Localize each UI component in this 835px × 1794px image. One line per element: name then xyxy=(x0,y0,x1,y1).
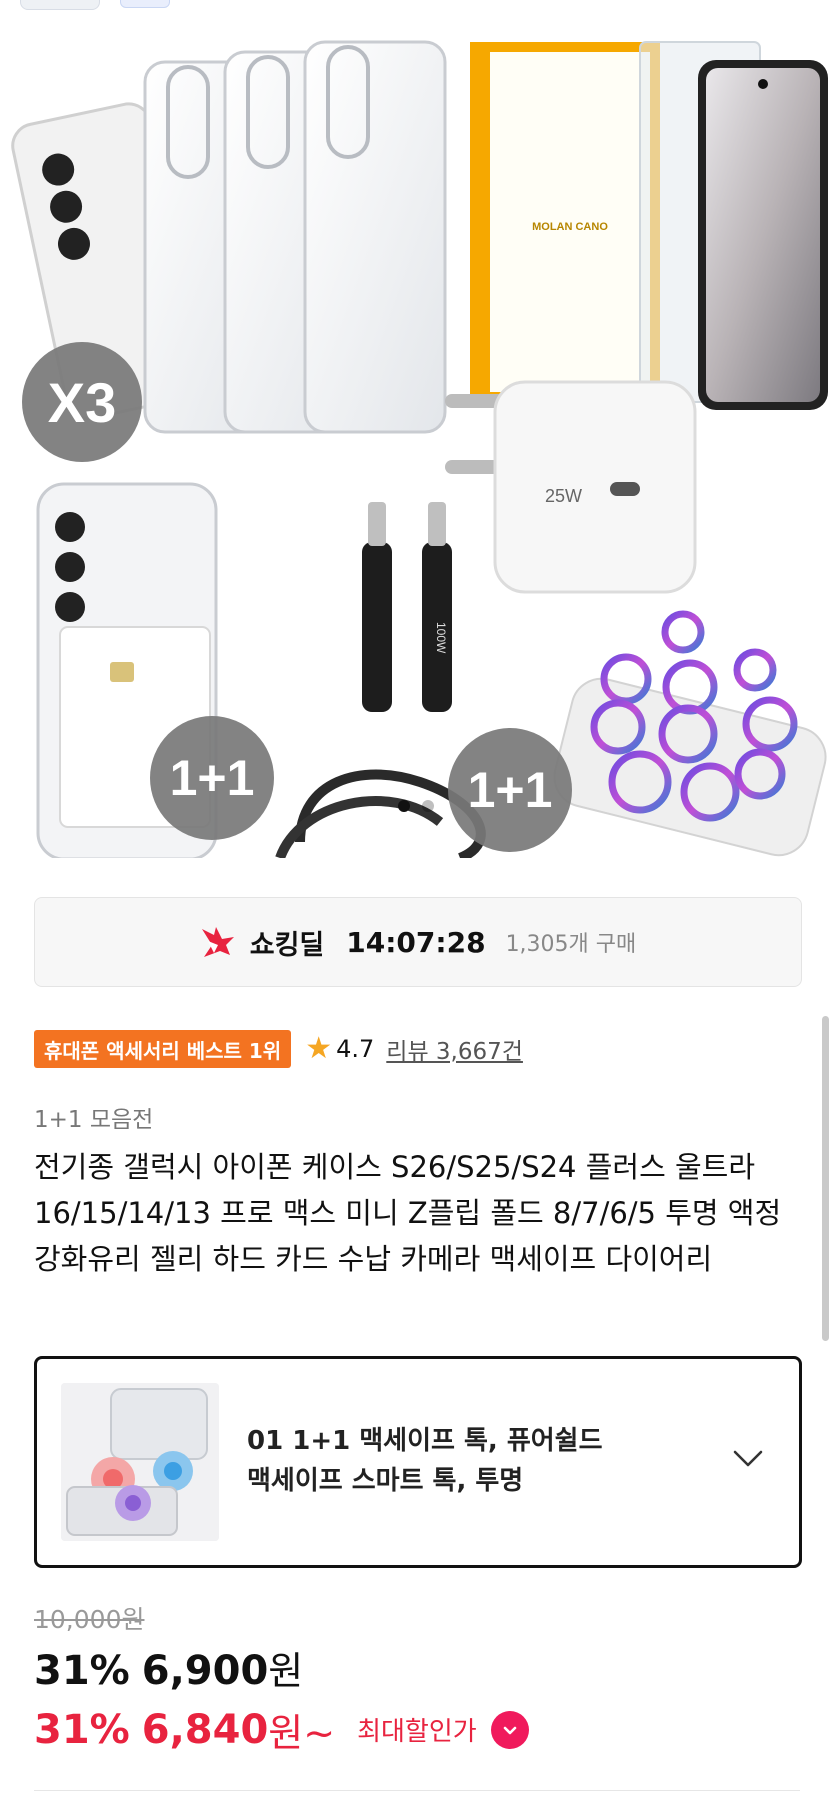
sale-amount: 6,900 xyxy=(141,1648,269,1694)
carousel-dot-active[interactable] xyxy=(398,800,410,812)
top-bar-tab[interactable] xyxy=(120,0,170,8)
option-label: 01 1+1 맥세이프 톡, 퓨어쉴드 맥세이프 스마트 톡, 투명 xyxy=(247,1421,707,1501)
option-label-line1: 01 1+1 맥세이프 톡, 퓨어쉴드 xyxy=(247,1426,603,1456)
purchase-count: 1,305개 구매 xyxy=(505,932,637,957)
star-icon: ★ xyxy=(305,1031,333,1066)
one-plus-one-badge: 1+1 xyxy=(448,728,572,852)
sale-price: 31% 6,900원 xyxy=(34,1640,303,1695)
quantity-badge: X3 xyxy=(22,342,142,462)
deal-timer: 14:07:28 xyxy=(346,925,486,959)
charger-label: 25W xyxy=(545,486,582,506)
review-link[interactable]: 리뷰 3,667건 xyxy=(386,1032,523,1066)
rating: ★ 4.7 리뷰 3,667건 xyxy=(305,1032,523,1066)
currency: 원~ xyxy=(268,1711,336,1755)
cable-label: 100W xyxy=(434,622,448,654)
option-label-line2: 맥세이프 스마트 톡, 투명 xyxy=(247,1466,524,1496)
max-discount-label: 최대할인가 xyxy=(357,1717,477,1747)
top-bar xyxy=(0,0,835,23)
carousel-indicator xyxy=(398,800,434,812)
currency: 원 xyxy=(268,1649,304,1693)
one-plus-one-badge: 1+1 xyxy=(150,716,274,840)
best-seller-badge[interactable]: 휴대폰 액세서리 베스트 1위 xyxy=(34,1030,292,1068)
max-discount-price[interactable]: 31% 6,840 원~ 최대할인가 xyxy=(34,1702,529,1757)
product-title: 전기종 갤럭시 아이폰 케이스 S26/S25/S24 플러스 울트라 16/1… xyxy=(34,1150,782,1276)
carousel-dot[interactable] xyxy=(422,800,434,812)
top-bar-tab[interactable] xyxy=(20,0,100,10)
deal-name: 쇼킹딜 xyxy=(249,929,325,961)
box-brand-text: MOLAN CANO xyxy=(532,221,608,233)
chevron-down-icon[interactable] xyxy=(731,1441,765,1475)
divider xyxy=(34,1790,800,1791)
rating-value: 4.7 xyxy=(336,1035,375,1063)
max-discount-percent: 31% xyxy=(34,1706,130,1753)
magsafe-grip-image xyxy=(61,1383,219,1541)
original-price: 10,000원 xyxy=(34,1605,145,1634)
shocking-deal-banner[interactable]: 쇼킹딜 14:07:28 1,305개 구매 xyxy=(34,897,802,987)
product-meta-row: 휴대폰 액세서리 베스트 1위 ★ 4.7 리뷰 3,667건 xyxy=(34,1030,523,1068)
shocking-deal-flame-icon xyxy=(201,927,234,957)
product-image-carousel[interactable]: MOLAN CANO 25W 100W X3 1+1 1+1 xyxy=(0,22,835,858)
expand-down-icon[interactable] xyxy=(490,1710,529,1749)
max-discount-amount: 6,840 xyxy=(141,1706,269,1753)
discount-percent: 31% xyxy=(34,1648,130,1694)
option-selector[interactable]: 01 1+1 맥세이프 톡, 퓨어쉴드 맥세이프 스마트 톡, 투명 xyxy=(34,1356,802,1568)
product-category[interactable]: 1+1 모음전 xyxy=(34,1100,153,1134)
scrollbar[interactable] xyxy=(822,1016,829,1341)
option-thumbnail xyxy=(61,1383,219,1541)
